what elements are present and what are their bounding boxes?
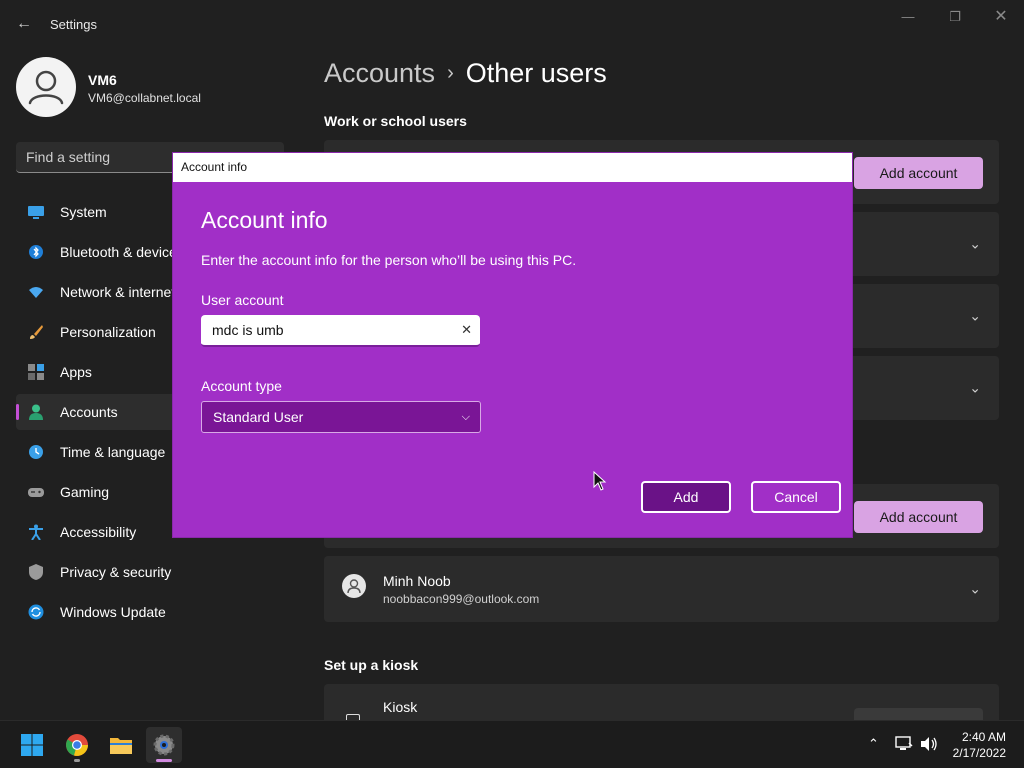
clock-globe-icon — [29, 445, 43, 459]
dialog-description: Enter the account info for the person wh… — [201, 252, 577, 268]
other-user-email: noobbacon999@outlook.com — [383, 592, 540, 606]
maximize-icon[interactable]: ❐ — [940, 6, 970, 28]
close-icon[interactable]: ✕ — [986, 6, 1016, 28]
person-icon — [29, 404, 43, 420]
active-indicator — [156, 759, 172, 762]
add-button[interactable]: Add — [641, 481, 731, 513]
add-other-user-button[interactable]: Add account — [854, 501, 983, 533]
sidebar-item-label: System — [60, 204, 107, 220]
back-arrow-icon[interactable]: ← — [14, 14, 34, 34]
add-work-account-button[interactable]: Add account — [854, 157, 983, 189]
chevron-down-icon[interactable]: ⌄ — [969, 581, 981, 598]
file-explorer-icon[interactable] — [103, 727, 139, 763]
bluetooth-icon — [29, 245, 43, 259]
sidebar-item-label: Apps — [60, 364, 92, 380]
sidebar-item-label: Accounts — [60, 404, 118, 420]
user-email: VM6@collabnet.local — [88, 91, 201, 105]
chevron-down-icon[interactable]: ⌄ — [969, 380, 981, 397]
user-account-field[interactable]: ✕ — [201, 315, 480, 347]
account-type-dropdown[interactable]: Standard User ⌵ — [201, 401, 481, 433]
network-icon[interactable] — [895, 736, 913, 755]
sidebar-item-label: Accessibility — [60, 524, 137, 540]
chevron-down-icon[interactable]: ⌄ — [969, 236, 981, 253]
sidebar-item-label: Bluetooth & devices — [60, 244, 184, 260]
monitor-icon — [28, 206, 44, 219]
shield-icon — [29, 564, 43, 580]
kiosk-title: Kiosk — [383, 699, 418, 715]
dialog-title-bar: Account info — [173, 153, 852, 182]
sidebar-item-label: Privacy & security — [60, 564, 172, 580]
sidebar-item-privacy-security[interactable]: Privacy & security — [16, 554, 286, 590]
taskbar: ⌃ 2:40 AM 2/17/2022 — [0, 720, 1024, 768]
user-account-label: User account — [201, 292, 284, 308]
dialog-heading: Account info — [201, 207, 328, 233]
sidebar-item-label: Windows Update — [60, 604, 166, 620]
settings-gear-icon[interactable] — [146, 727, 182, 763]
kiosk-card: Kiosk — [324, 684, 999, 724]
breadcrumb: Accounts › Other users — [324, 58, 607, 89]
mouse-pointer-icon — [593, 471, 607, 491]
user-avatar[interactable] — [16, 57, 76, 117]
page-title: Other users — [465, 58, 607, 88]
account-type-label: Account type — [201, 378, 282, 394]
sidebar-item-windows-update[interactable]: Windows Update — [16, 594, 286, 630]
breadcrumb-separator-icon: › — [447, 62, 454, 84]
windows-start-icon[interactable] — [14, 727, 50, 763]
sidebar-item-label: Personalization — [60, 324, 156, 340]
clock-date: 2/17/2022 — [952, 746, 1006, 760]
user-name: VM6 — [88, 72, 117, 88]
system-clock[interactable]: 2:40 AM 2/17/2022 — [953, 729, 1006, 761]
title-bar: ← Settings — ❐ ✕ — [0, 0, 1024, 48]
brush-icon — [30, 325, 43, 339]
account-type-value: Standard User — [213, 409, 304, 425]
accessibility-icon — [29, 524, 43, 540]
cancel-button[interactable]: Cancel — [751, 481, 841, 513]
clear-input-icon[interactable]: ✕ — [461, 322, 472, 338]
gamepad-icon — [28, 488, 44, 497]
volume-icon[interactable] — [920, 736, 938, 755]
chevron-down-icon[interactable]: ⌄ — [969, 308, 981, 325]
section-title-work-school: Work or school users — [324, 113, 467, 129]
account-info-dialog: Account info Account info Enter the acco… — [172, 152, 853, 538]
section-title-kiosk: Set up a kiosk — [324, 657, 419, 673]
minimize-icon[interactable]: — — [893, 6, 923, 28]
app-title: Settings — [50, 17, 97, 32]
update-icon — [28, 604, 44, 620]
wifi-icon — [29, 287, 43, 298]
sidebar-item-label: Gaming — [60, 484, 110, 500]
other-user-name: Minh Noob — [383, 573, 451, 589]
other-user-row[interactable]: Minh Noob noobbacon999@outlook.com ⌄ — [324, 556, 999, 622]
clock-time: 2:40 AM — [961, 730, 1006, 744]
apps-icon — [28, 364, 44, 380]
sidebar-item-label: Time & language — [60, 444, 166, 460]
sidebar-item-label: Network & internet — [60, 284, 176, 300]
person-avatar-icon — [342, 574, 366, 598]
chrome-icon[interactable] — [59, 727, 95, 763]
running-indicator — [74, 759, 80, 762]
user-account-input[interactable] — [201, 315, 446, 345]
chevron-up-icon[interactable]: ⌃ — [868, 736, 879, 752]
breadcrumb-parent[interactable]: Accounts — [324, 58, 435, 88]
chevron-down-icon: ⌵ — [461, 411, 470, 423]
person-silhouette-icon — [28, 70, 64, 105]
